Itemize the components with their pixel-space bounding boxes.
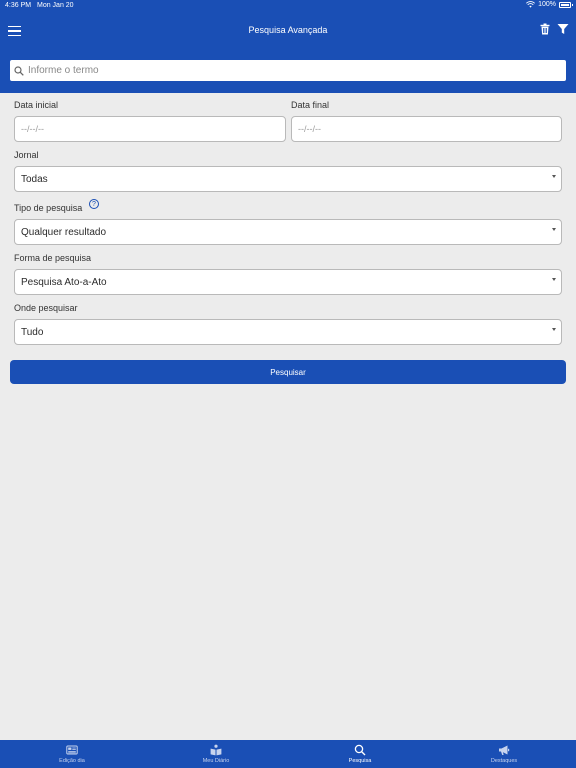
end-date-label: Data final — [291, 100, 330, 110]
search-type-label: Tipo de pesquisa — [14, 203, 83, 213]
menu-button[interactable] — [8, 22, 24, 40]
filter-button[interactable] — [556, 23, 570, 37]
journal-value: Todas — [21, 173, 48, 185]
where-select[interactable]: Tudo — [14, 319, 562, 345]
trash-icon — [540, 23, 550, 35]
battery-percent: 100% — [538, 1, 556, 8]
tab-pesquisa[interactable]: Pesquisa — [288, 740, 432, 768]
wifi-icon — [526, 1, 536, 8]
tab-bar: Edição dia Meu Diário Pesquisa Destaques — [0, 740, 576, 768]
tab-edicao-dia[interactable]: Edição dia — [0, 740, 144, 768]
tab-label: Edição dia — [59, 758, 85, 764]
start-date-placeholder: --/--/-- — [21, 124, 44, 134]
header-bar: 4:36 PM Mon Jan 20 100% Pesquisa Avançad… — [0, 0, 576, 93]
status-time: 4:36 PM — [5, 2, 32, 9]
search-form-select[interactable]: Pesquisa Ato-a-Ato — [14, 269, 562, 295]
chevron-down-icon — [552, 278, 556, 281]
search-form-label: Forma de pesquisa — [14, 253, 92, 263]
page-title: Pesquisa Avançada — [248, 25, 328, 35]
tab-label: Destaques — [490, 758, 518, 764]
journal-label: Jornal — [14, 150, 39, 160]
search-type-select[interactable]: Qualquer resultado — [14, 219, 562, 245]
tab-destaques[interactable]: Destaques — [432, 740, 576, 768]
search-box[interactable] — [10, 60, 566, 81]
search-button[interactable]: Pesquisar — [10, 360, 566, 384]
search-icon — [14, 65, 26, 77]
hamburger-line — [8, 30, 21, 32]
where-label: Onde pesquisar — [14, 303, 78, 313]
hamburger-icon — [8, 25, 21, 28]
filter-icon — [557, 24, 569, 34]
search-type-value: Qualquer resultado — [21, 226, 107, 238]
start-date-label: Data inicial — [14, 100, 59, 110]
where-value: Tudo — [21, 326, 44, 338]
end-date-placeholder: --/--/-- — [298, 124, 321, 134]
status-indicators: 100% — [526, 1, 573, 8]
help-icon[interactable]: ? — [89, 199, 99, 209]
tab-meu-diario[interactable]: Meu Diário — [144, 740, 288, 768]
tab-label: Meu Diário — [202, 758, 230, 764]
search-input[interactable] — [28, 60, 566, 81]
chevron-down-icon — [552, 175, 556, 178]
end-date-field[interactable]: --/--/-- — [291, 116, 562, 142]
megaphone-icon — [499, 745, 510, 755]
search-icon — [354, 744, 366, 756]
start-date-field[interactable]: --/--/-- — [14, 116, 286, 142]
search-form-value: Pesquisa Ato-a-Ato — [21, 276, 107, 288]
open-book-icon — [210, 744, 222, 756]
status-date: Mon Jan 20 — [37, 2, 74, 9]
tab-label: Pesquisa — [348, 758, 372, 764]
status-bar: 4:36 PM Mon Jan 20 100% — [0, 0, 576, 12]
clear-button[interactable] — [539, 23, 551, 37]
newspaper-icon — [66, 745, 78, 755]
chevron-down-icon — [552, 228, 556, 231]
hamburger-line — [8, 34, 21, 37]
chevron-down-icon — [552, 328, 556, 331]
battery-icon — [559, 1, 573, 8]
journal-select[interactable]: Todas — [14, 166, 562, 192]
